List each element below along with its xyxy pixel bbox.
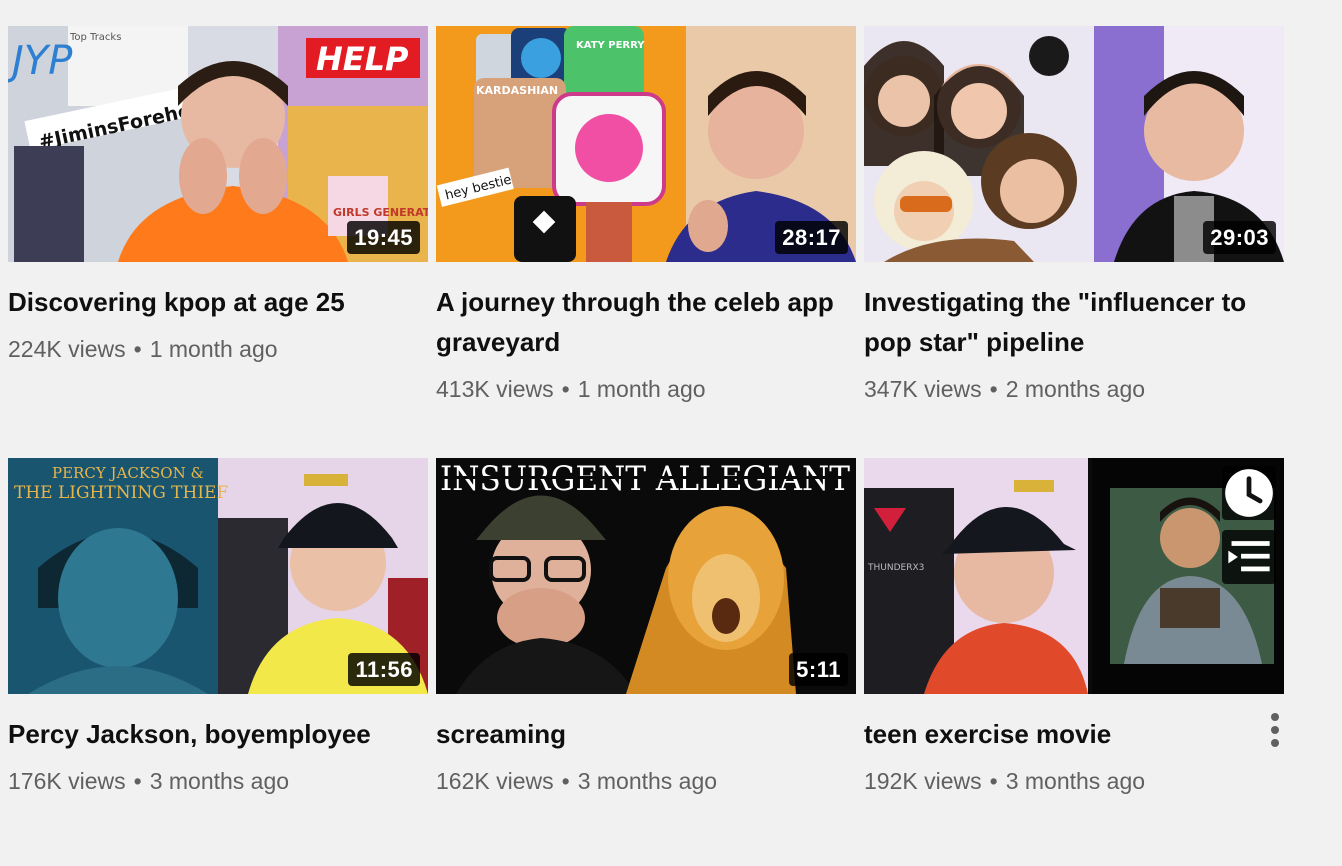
upload-age: 1 month ago bbox=[577, 376, 706, 402]
svg-text:JYP: JYP bbox=[8, 38, 73, 84]
meta-separator: • bbox=[133, 336, 142, 362]
svg-text:KATY PERRY: KATY PERRY bbox=[576, 40, 645, 51]
svg-text:Top Tracks: Top Tracks bbox=[69, 32, 121, 43]
meta-separator: • bbox=[561, 768, 570, 794]
video-thumbnail[interactable]: JYP Top Tracks HELP #JiminsForehead GIRL… bbox=[8, 26, 428, 262]
svg-text:HELP: HELP bbox=[316, 40, 409, 78]
video-title[interactable]: teen exercise movie bbox=[864, 694, 1264, 754]
video-card[interactable]: INSURGENT ALLEGIANT 5:11 screaming 162K … bbox=[436, 458, 856, 796]
video-duration-badge: 5:11 bbox=[789, 653, 848, 686]
video-title[interactable]: Percy Jackson, boyemployee bbox=[8, 694, 408, 754]
video-metadata: 176K views • 3 months ago bbox=[8, 766, 428, 796]
video-card[interactable]: THUNDERX3 teen exercise movie 192K views… bbox=[864, 458, 1284, 796]
video-metadata: 224K views • 1 month ago bbox=[8, 334, 428, 364]
view-count: 162K views bbox=[436, 768, 554, 794]
upload-age: 3 months ago bbox=[577, 768, 718, 794]
video-card[interactable]: JYP Top Tracks HELP #JiminsForehead GIRL… bbox=[8, 26, 428, 364]
video-thumbnail[interactable]: KATY PERRY KARDASHIAN hey bestie 28:17 bbox=[436, 26, 856, 262]
thumbnail-image: THUNDERX3 bbox=[864, 458, 1284, 694]
video-metadata: 192K views • 3 months ago bbox=[864, 766, 1284, 796]
video-thumbnail[interactable]: 29:03 bbox=[864, 26, 1284, 262]
meta-separator: • bbox=[989, 768, 998, 794]
video-metadata: 347K views • 2 months ago bbox=[864, 374, 1284, 404]
video-action-menu-button[interactable] bbox=[1260, 708, 1290, 752]
video-title[interactable]: Discovering kpop at age 25 bbox=[8, 262, 408, 322]
view-count: 347K views bbox=[864, 376, 982, 402]
svg-text:GIRLS GENERATION: GIRLS GENERATION bbox=[333, 206, 428, 219]
view-count: 413K views bbox=[436, 376, 554, 402]
video-card[interactable]: KATY PERRY KARDASHIAN hey bestie 28:17 A… bbox=[436, 26, 856, 404]
video-card[interactable]: PERCY JACKSON & THE LIGHTNING THIEF 11:5… bbox=[8, 458, 428, 796]
upload-age: 3 months ago bbox=[1005, 768, 1146, 794]
video-metadata: 413K views • 1 month ago bbox=[436, 374, 856, 404]
meta-separator: • bbox=[561, 376, 570, 402]
video-duration-badge: 11:56 bbox=[348, 653, 420, 686]
svg-text:THUNDERX3: THUNDERX3 bbox=[867, 563, 924, 573]
upload-age: 1 month ago bbox=[149, 336, 278, 362]
view-count: 176K views bbox=[8, 768, 126, 794]
video-thumbnail[interactable]: THUNDERX3 bbox=[864, 458, 1284, 694]
view-count: 224K views bbox=[8, 336, 126, 362]
video-thumbnail[interactable]: PERCY JACKSON & THE LIGHTNING THIEF 11:5… bbox=[8, 458, 428, 694]
meta-separator: • bbox=[989, 376, 998, 402]
video-duration-badge: 19:45 bbox=[347, 221, 420, 254]
video-title[interactable]: A journey through the celeb app graveyar… bbox=[436, 262, 836, 362]
video-card[interactable]: 29:03 Investigating the "influencer to p… bbox=[864, 26, 1284, 404]
view-count: 192K views bbox=[864, 768, 982, 794]
upload-age: 3 months ago bbox=[149, 768, 290, 794]
video-title[interactable]: Investigating the "influencer to pop sta… bbox=[864, 262, 1264, 362]
upload-age: 2 months ago bbox=[1005, 376, 1146, 402]
add-to-queue-button[interactable] bbox=[1222, 530, 1276, 584]
svg-text:THE LIGHTNING THIEF: THE LIGHTNING THIEF bbox=[14, 483, 228, 503]
video-duration-badge: 28:17 bbox=[775, 221, 848, 254]
video-thumbnail[interactable]: INSURGENT ALLEGIANT 5:11 bbox=[436, 458, 856, 694]
queue-icon bbox=[1228, 541, 1270, 572]
svg-text:KARDASHIAN: KARDASHIAN bbox=[476, 84, 558, 97]
meta-separator: • bbox=[133, 768, 142, 794]
video-metadata: 162K views • 3 months ago bbox=[436, 766, 856, 796]
svg-text:PERCY JACKSON &: PERCY JACKSON & bbox=[52, 464, 204, 482]
video-duration-badge: 29:03 bbox=[1203, 221, 1276, 254]
video-title[interactable]: screaming bbox=[436, 694, 836, 754]
more-vert-icon bbox=[1271, 713, 1279, 747]
